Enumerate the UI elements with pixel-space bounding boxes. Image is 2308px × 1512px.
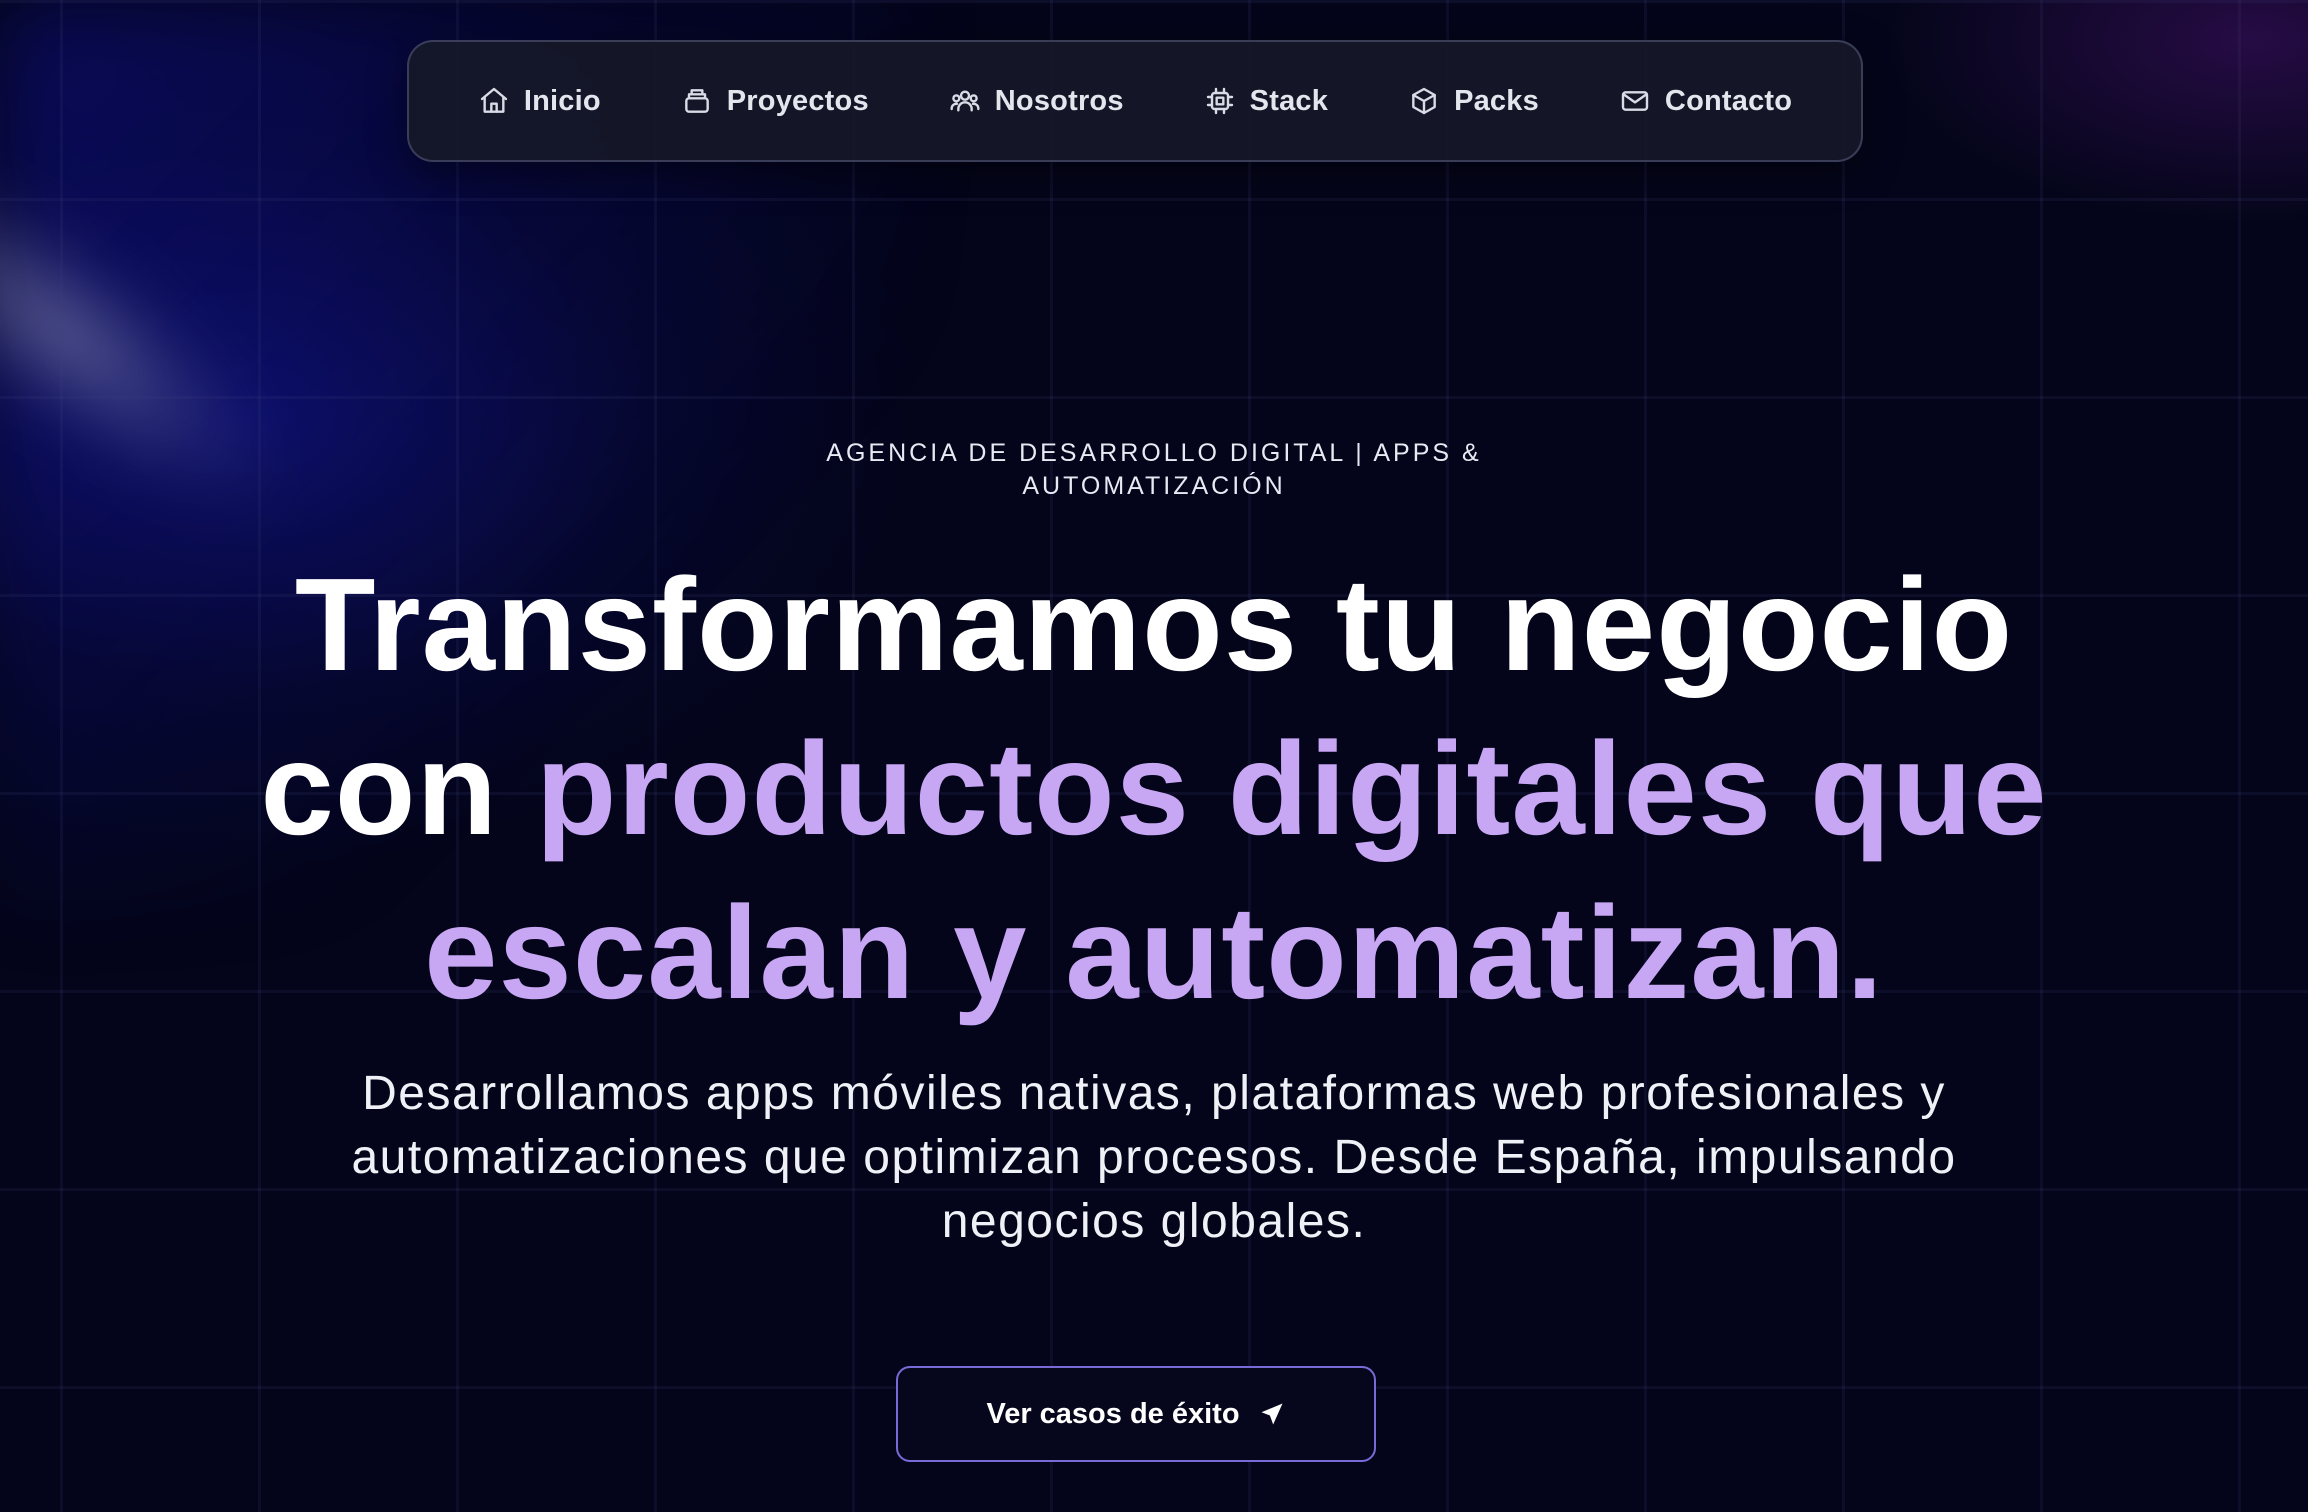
cta-label: Ver casos de éxito (986, 1397, 1240, 1430)
nav-item-inicio[interactable]: Inicio (438, 42, 641, 160)
archive-icon (684, 89, 709, 113)
mail-icon (1621, 91, 1649, 111)
nav-item-label: Stack (1249, 84, 1329, 117)
hero-headline: Transformamos tu negocio con productos d… (204, 543, 2104, 1035)
nav-item-stack[interactable]: Stack (1164, 42, 1368, 160)
users-icon (950, 90, 980, 112)
nav-item-label: Proyectos (726, 84, 869, 117)
hero-eyebrow: AGENCIA DE DESARROLLO DIGITAL | APPS & A… (826, 439, 1482, 500)
nav-item-contacto[interactable]: Contacto (1579, 42, 1832, 160)
page: Inicio Proyectos Nosotros Stack Packs Co… (0, 0, 2308, 1512)
home-icon (480, 87, 508, 113)
hero-headline-accent: productos digitales que escalan y automa… (424, 715, 2048, 1026)
nav-item-packs[interactable]: Packs (1368, 42, 1579, 160)
chip-icon (1206, 87, 1233, 115)
hero-subtitle: Desarrollamos apps móviles nativas, plat… (351, 1067, 1957, 1248)
box-icon (1412, 87, 1436, 115)
nav-item-label: Nosotros (994, 84, 1124, 117)
send-arrow-icon (1261, 1403, 1283, 1425)
nav-item-proyectos[interactable]: Proyectos (641, 42, 909, 160)
background-light-streak (0, 78, 343, 582)
nav-item-nosotros[interactable]: Nosotros (909, 42, 1164, 160)
view-case-studies-button[interactable]: Ver casos de éxito (896, 1366, 1376, 1462)
nav-item-label: Inicio (523, 84, 601, 117)
top-navigation: Inicio Proyectos Nosotros Stack Packs Co… (407, 40, 1863, 162)
nav-item-label: Packs (1454, 84, 1539, 117)
nav-item-label: Contacto (1664, 84, 1793, 117)
